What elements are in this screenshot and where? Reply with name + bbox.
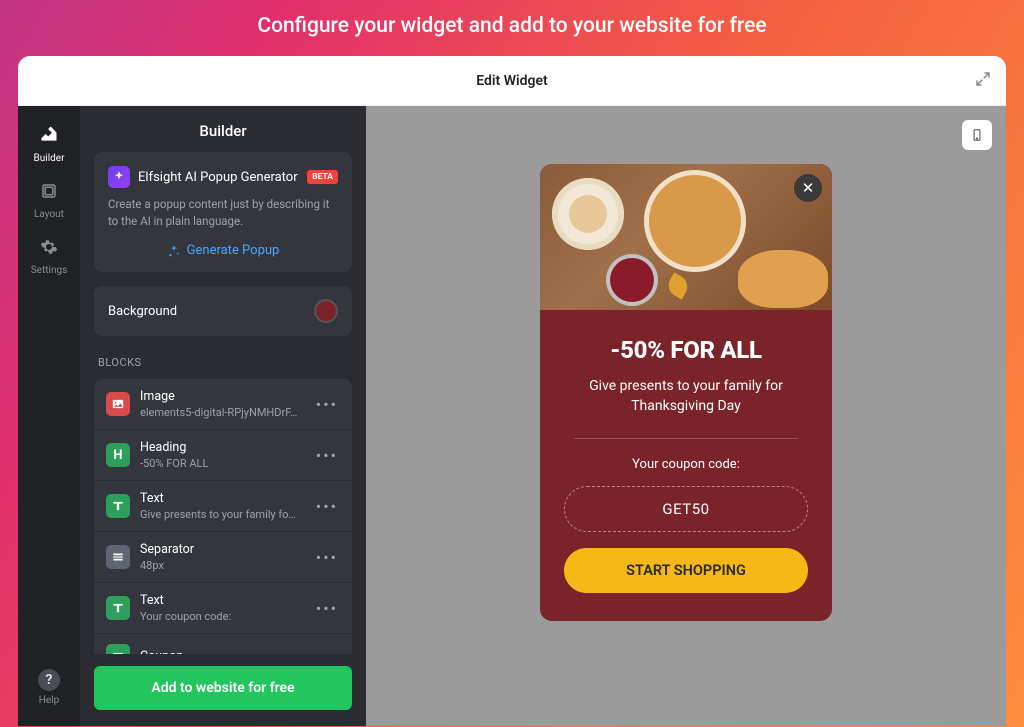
- app-body: Builder Layout Settings ? Help Builder: [18, 106, 1006, 726]
- block-sub: elements5-digital-RPjyNMHDrF…: [140, 406, 304, 419]
- image-icon: [106, 392, 130, 416]
- panel-scroll[interactable]: Elfsight AI Popup Generator BETA Create …: [80, 152, 366, 654]
- block-more-icon[interactable]: •••: [314, 446, 340, 465]
- mobile-preview-button[interactable]: [962, 120, 992, 150]
- block-sub: Give presents to your family fo…: [140, 508, 304, 521]
- builder-icon: [39, 124, 59, 149]
- rail-help[interactable]: ? Help: [25, 665, 73, 710]
- expand-icon[interactable]: [974, 70, 992, 92]
- preview-canvas: ✕ -50% FOR ALL Give presents to your fam…: [366, 106, 1006, 726]
- block-more-icon[interactable]: •••: [314, 395, 340, 414]
- app-title: Edit Widget: [476, 73, 547, 89]
- popup-coupon-code[interactable]: GET50: [564, 486, 808, 532]
- ai-cta-label: Generate Popup: [187, 243, 280, 258]
- block-name: Text: [140, 491, 304, 506]
- coupon-icon: [106, 644, 130, 654]
- popup-preview: ✕ -50% FOR ALL Give presents to your fam…: [540, 164, 832, 621]
- popup-code-label: Your coupon code:: [562, 457, 810, 472]
- beta-badge: BETA: [307, 170, 338, 184]
- heading-icon: H: [106, 443, 130, 467]
- rail-layout[interactable]: Layout: [25, 178, 73, 224]
- gear-icon: [40, 238, 58, 261]
- block-name: Image: [140, 389, 304, 404]
- app-header: Edit Widget: [18, 56, 1006, 106]
- rail-label: Settings: [31, 265, 68, 276]
- block-name: Text: [140, 593, 304, 608]
- start-shopping-button[interactable]: START SHOPPING: [564, 548, 808, 593]
- block-sub: 48px: [140, 559, 304, 572]
- rail-builder[interactable]: Builder: [25, 120, 73, 168]
- rail-label: Help: [39, 695, 59, 706]
- ai-desc: Create a popup content just by describin…: [108, 196, 338, 229]
- ai-logo-icon: [108, 166, 130, 188]
- close-icon[interactable]: ✕: [794, 174, 822, 202]
- block-separator[interactable]: Separator 48px •••: [94, 532, 352, 583]
- block-name: Heading: [140, 440, 304, 455]
- app-window: Edit Widget Builder Layout: [18, 56, 1006, 726]
- block-coupon[interactable]: Coupon: [94, 634, 352, 654]
- text-icon: [106, 494, 130, 518]
- background-label: Background: [108, 304, 177, 319]
- block-image[interactable]: Image elements5-digital-RPjyNMHDrF… •••: [94, 379, 352, 430]
- popup-heading: -50% FOR ALL: [562, 336, 810, 364]
- generate-popup-button[interactable]: Generate Popup: [108, 243, 338, 258]
- block-text-1[interactable]: Text Give presents to your family fo… ••…: [94, 481, 352, 532]
- layout-icon: [40, 182, 58, 205]
- block-more-icon[interactable]: •••: [314, 599, 340, 618]
- block-name: Separator: [140, 542, 304, 557]
- nav-rail: Builder Layout Settings ? Help: [18, 106, 80, 726]
- background-row[interactable]: Background: [94, 286, 352, 336]
- popup-subheading: Give presents to your family for Thanksg…: [562, 377, 810, 416]
- block-sub: Your coupon code:: [140, 610, 304, 623]
- block-more-icon[interactable]: •••: [314, 497, 340, 516]
- builder-panel: Builder Elfsight AI Popup Generator BETA…: [80, 106, 366, 726]
- help-icon: ?: [38, 669, 60, 691]
- block-text-2[interactable]: Text Your coupon code: •••: [94, 583, 352, 634]
- panel-footer: Add to website for free: [80, 654, 366, 726]
- popup-separator: [574, 438, 798, 439]
- rail-label: Layout: [34, 209, 64, 220]
- rail-settings[interactable]: Settings: [25, 234, 73, 280]
- block-sub: -50% FOR ALL: [140, 457, 304, 470]
- text-icon: [106, 596, 130, 620]
- ai-generator-card: Elfsight AI Popup Generator BETA Create …: [94, 152, 352, 272]
- background-swatch[interactable]: [314, 299, 338, 323]
- block-more-icon[interactable]: •••: [314, 548, 340, 567]
- rail-label: Builder: [34, 153, 65, 164]
- block-heading[interactable]: H Heading -50% FOR ALL •••: [94, 430, 352, 481]
- add-to-website-button[interactable]: Add to website for free: [94, 666, 352, 710]
- ai-title: Elfsight AI Popup Generator: [138, 170, 299, 185]
- separator-icon: [106, 545, 130, 569]
- panel-title: Builder: [80, 106, 366, 152]
- popup-image: [540, 164, 832, 310]
- blocks-section-label: BLOCKS: [98, 356, 352, 369]
- page-hero-text: Configure your widget and add to your we…: [0, 0, 1024, 56]
- blocks-list: Image elements5-digital-RPjyNMHDrF… ••• …: [94, 379, 352, 654]
